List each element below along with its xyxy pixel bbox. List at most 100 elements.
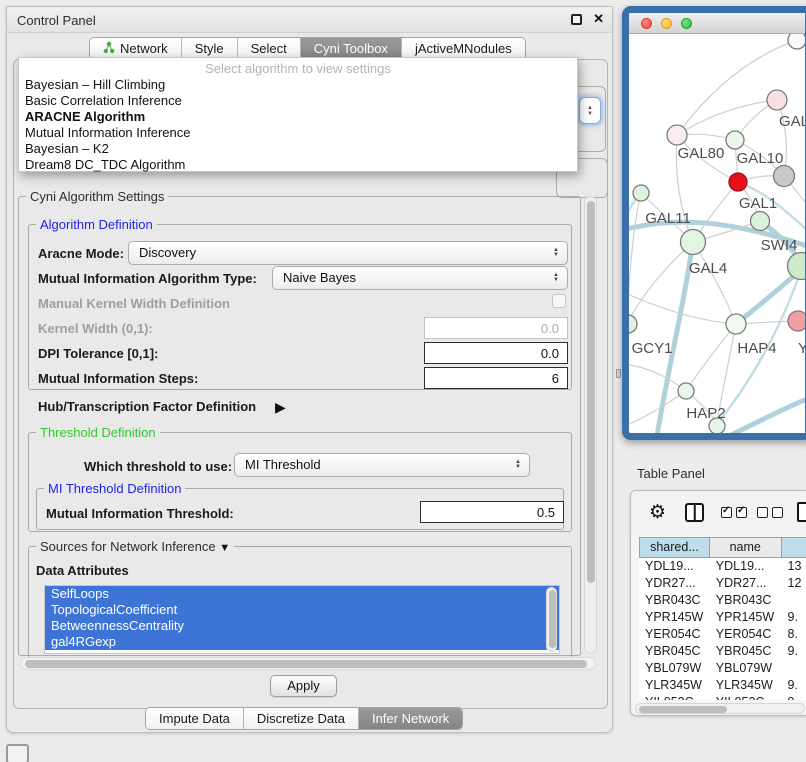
minimized-panel-icon[interactable] — [6, 744, 29, 762]
network-node[interactable] — [633, 185, 649, 201]
zoom-traffic-light-icon[interactable] — [681, 18, 692, 29]
hub-definition-label: Hub/Transcription Factor Definition — [38, 399, 256, 414]
combo-arrows-icon — [551, 242, 561, 264]
network-node[interactable] — [767, 90, 787, 110]
network-node-red-gal1[interactable] — [729, 173, 747, 191]
kernel-width-field[interactable]: 0.0 — [424, 317, 568, 339]
settings-vertical-scrollbar[interactable] — [584, 196, 597, 654]
network-node-gal80[interactable] — [667, 125, 687, 145]
tab-jactivemnodules[interactable]: jActiveMNodules — [402, 38, 525, 59]
network-node-salmon[interactable] — [788, 311, 806, 331]
column-header-shared-name[interactable]: shared... — [639, 537, 710, 558]
node-label: GAL4 — [689, 260, 727, 277]
mi-steps-field[interactable]: 6 — [424, 367, 568, 389]
float-window-icon[interactable] — [571, 14, 582, 25]
expander-right-icon[interactable]: ▶ — [275, 399, 286, 416]
table-row[interactable]: YBR043CYBR043C — [639, 592, 806, 609]
table-row[interactable]: YDL19...YDL19...13 — [639, 558, 806, 575]
which-threshold-label: Which threshold to use: — [84, 459, 232, 474]
dropdown-item[interactable]: Bayesian – K2 — [19, 141, 577, 157]
deselect-all-checkboxes-icon[interactable] — [757, 507, 783, 518]
table-row[interactable]: YIL052CYIL052C9 — [639, 694, 806, 700]
dropdown-prompt: Select algorithm to view settings — [19, 61, 577, 76]
select-all-checkboxes-icon[interactable] — [721, 507, 747, 518]
attribute-item-selected[interactable]: gal4RGexp — [45, 634, 559, 650]
dropdown-item[interactable]: Dream8 DC_TDC Algorithm — [19, 157, 577, 173]
tab-cyni-toolbox[interactable]: Cyni Toolbox — [301, 38, 402, 59]
network-node-gal10[interactable] — [726, 131, 744, 149]
network-node-gcy1[interactable] — [629, 315, 637, 333]
table-row[interactable]: YER054CYER054C8. — [639, 626, 806, 643]
gear-icon[interactable]: ⚙ — [649, 501, 666, 524]
node-label: HAP2 — [686, 405, 725, 422]
network-node-hap2[interactable] — [678, 383, 694, 399]
split-columns-icon[interactable] — [685, 503, 704, 522]
table-header-row: shared... name — [639, 537, 806, 558]
dropdown-item[interactable]: Bayesian – Hill Climbing — [19, 77, 577, 93]
apply-button[interactable]: Apply — [270, 675, 337, 697]
which-threshold-value: MI Threshold — [245, 457, 321, 472]
node-label: GAL11 — [645, 210, 691, 227]
tab-discretize-data[interactable]: Discretize Data — [244, 708, 359, 729]
aracne-mode-combo[interactable]: Discovery — [128, 241, 568, 265]
focused-spinner-fragment[interactable]: ▲▼ — [579, 97, 601, 124]
table-row[interactable]: YBR045CYBR045C9. — [639, 643, 806, 660]
new-table-icon[interactable] — [797, 502, 806, 522]
scrollbar-thumb[interactable] — [639, 706, 727, 713]
table-row[interactable]: YDR27...YDR27...12 — [639, 575, 806, 592]
which-threshold-combo[interactable]: MI Threshold — [234, 453, 530, 477]
dpi-tolerance-field[interactable]: 0.0 — [424, 342, 568, 364]
node-label: HAP4 — [737, 340, 776, 357]
combo-arrows-icon — [513, 454, 523, 476]
network-icon — [103, 41, 115, 57]
network-graph: GAL GAL80 GAL10 GAL1 GAL11 SWI4 GAL4 GCY… — [629, 34, 806, 434]
scrollbar-thumb[interactable] — [25, 660, 587, 668]
network-node-swi4[interactable] — [751, 212, 770, 231]
dropdown-item-aracne[interactable]: ARACNE Algorithm — [19, 109, 577, 125]
scrollbar-thumb[interactable] — [587, 201, 595, 583]
network-node-hap4[interactable] — [726, 314, 746, 334]
tab-impute-data[interactable]: Impute Data — [146, 708, 244, 729]
settings-horizontal-scrollbar[interactable] — [20, 657, 596, 670]
manual-kernel-width-checkbox[interactable] — [552, 294, 566, 308]
collapse-down-icon[interactable]: ▼ — [219, 542, 230, 554]
algorithm-definition-title: Algorithm Definition — [36, 217, 157, 232]
tab-select[interactable]: Select — [238, 38, 301, 59]
mi-threshold-field[interactable]: 0.5 — [420, 501, 564, 523]
table-row[interactable]: YBL079WYBL079W — [639, 660, 806, 677]
network-canvas[interactable]: GAL GAL80 GAL10 GAL1 GAL11 SWI4 GAL4 GCY… — [629, 34, 805, 433]
attributes-list-scrollbar[interactable] — [546, 587, 557, 652]
table-horizontal-scrollbar[interactable] — [635, 703, 805, 714]
network-node-gray[interactable] — [774, 166, 795, 187]
mi-algorithm-type-value: Naive Bayes — [283, 270, 356, 285]
tab-network[interactable]: Network — [90, 38, 182, 59]
dropdown-item[interactable]: Mutual Information Inference — [19, 125, 577, 141]
tab-style[interactable]: Style — [182, 38, 238, 59]
splitter-grip[interactable] — [616, 369, 621, 378]
network-node[interactable] — [788, 253, 806, 280]
column-header[interactable] — [782, 537, 806, 558]
close-icon[interactable]: ✕ — [593, 11, 604, 27]
attribute-item-selected[interactable]: SelfLoops — [45, 586, 559, 602]
scrollbar-thumb[interactable] — [549, 590, 556, 648]
attribute-item-selected[interactable]: TopologicalCoefficient — [45, 602, 559, 618]
column-header-name[interactable]: name — [710, 537, 782, 558]
table-row[interactable]: YLR345WYLR345W9. — [639, 677, 806, 694]
network-node-gal4[interactable] — [681, 230, 706, 255]
tab-infer-network[interactable]: Infer Network — [359, 708, 462, 729]
threshold-definition-title: Threshold Definition — [36, 425, 160, 440]
attribute-item-selected[interactable]: BetweennessCentrality — [45, 618, 559, 634]
table-body[interactable]: YDL19...YDL19...13 YDR27...YDR27...12 YB… — [639, 558, 806, 700]
control-panel-titlebar: Control Panel ✕ — [7, 7, 612, 33]
dropdown-item[interactable]: Basic Correlation Inference — [19, 93, 577, 109]
minimize-traffic-light-icon[interactable] — [661, 18, 672, 29]
table-row[interactable]: YPR145WYPR145W9. — [639, 609, 806, 626]
network-node[interactable] — [788, 34, 806, 49]
dropdown-list: Bayesian – Hill Climbing Basic Correlati… — [19, 77, 577, 173]
mi-algorithm-type-combo[interactable]: Naive Bayes — [272, 266, 568, 290]
bottom-tabs: Impute Data Discretize Data Infer Networ… — [145, 707, 463, 730]
tab-network-label: Network — [120, 41, 168, 56]
data-attributes-list: SelfLoops TopologicalCoefficient Between… — [44, 585, 560, 654]
mi-threshold-definition-title: MI Threshold Definition — [44, 481, 185, 496]
close-traffic-light-icon[interactable] — [641, 18, 652, 29]
